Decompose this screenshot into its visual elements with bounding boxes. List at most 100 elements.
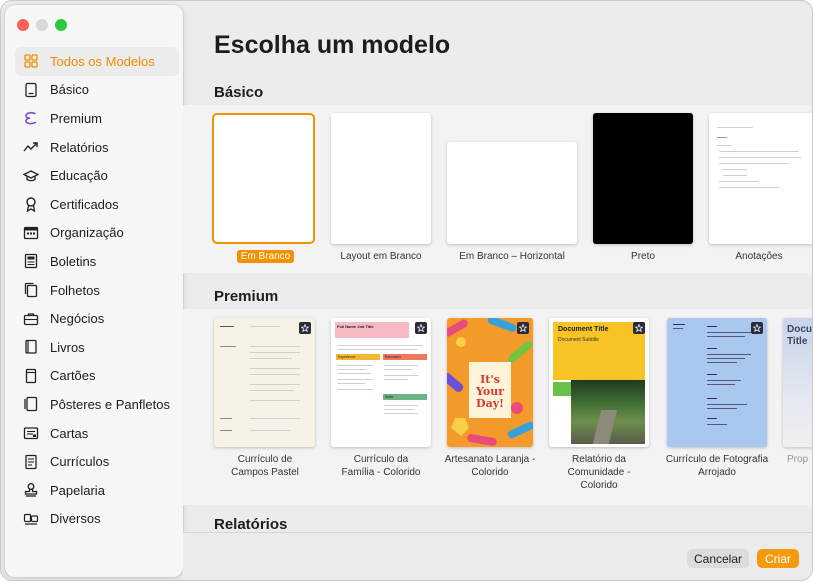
sidebar-item-letters[interactable]: Cartas [15,419,179,448]
poster-icon [23,396,39,412]
template-orange-crafts[interactable]: It's Your Day! [447,318,533,447]
sidebar-item-cards[interactable]: Cartões [15,362,179,391]
sidebar: Todos os Modelos Básico Premium Relatóri… [5,5,183,577]
flyer-icon [23,282,39,298]
sidebar-item-label: Cartões [50,368,96,384]
template-label: Currículo da Família - Colorido [319,453,443,479]
label-line: Currículo da [353,454,409,465]
sidebar-item-label: Boletins [50,253,97,269]
label-line: Relatório da [572,454,626,465]
template-gallery: Escolha um modelo Básico Em Branco Layou… [183,1,812,580]
page-title: Escolha um modelo [214,31,451,59]
ribbon-icon [23,196,39,213]
template-label: Artesanato Laranja - Colorido [432,453,548,479]
thumb-text: It's Your Day! [475,373,505,410]
template-black[interactable] [593,113,693,244]
dialog-footer: Cancelar Criar [183,532,812,580]
resume-icon [23,454,39,470]
sidebar-item-label: Básico [50,82,90,98]
label-line: Família - Colorido [341,467,421,478]
sidebar-item-business[interactable]: Negócios [15,304,179,333]
label-line: Artesanato Laranja - [444,454,536,465]
sidebar-item-label: Currículos [50,454,110,470]
template-notes[interactable] [709,113,812,244]
sidebar-item-label: Livros [50,339,85,355]
sidebar-item-books[interactable]: Livros [15,333,179,362]
sidebar-item-label: Negócios [50,311,105,327]
sidebar-item-label: Diversos [50,511,101,527]
misc-icon [23,511,39,527]
template-community-report[interactable]: Document Title Document Subtitle [549,318,649,447]
template-label: Preto [631,251,655,262]
template-blank-landscape[interactable] [447,142,577,244]
template-label: Currículo de Fotografia Arrojado [657,453,777,479]
sidebar-item-education[interactable]: Educação [15,161,179,190]
template-label: Relatório da Comunidade - Colorido [539,453,659,492]
sidebar-item-all-templates[interactable]: Todos os Modelos [15,47,179,76]
grid-icon [23,53,39,69]
thumb-section: Skills [383,394,427,400]
sidebar-item-label: Premium [50,110,103,126]
letter-icon [23,425,39,441]
premium-star-icon [299,322,311,334]
sidebar-item-stationery[interactable]: Papelaria [15,476,179,505]
template-blank-layout[interactable] [331,113,431,244]
sidebar-item-label: Certificados [50,196,119,212]
create-button[interactable]: Criar [757,549,799,568]
template-label-selected: Em Branco [236,250,295,263]
sidebar-item-label: Educação [50,168,108,184]
label-line: Comunidade - [567,467,631,478]
sidebar-item-resumes[interactable]: Currículos [15,447,179,476]
minimize-window-button[interactable] [36,19,48,31]
label-line: Arrojado [698,467,736,478]
thumb-text: Docum Title [787,324,812,347]
cancel-button[interactable]: Cancelar [687,549,749,568]
sidebar-item-label: Cartas [50,425,89,441]
thumb-title: Full Name Job Title [337,324,374,329]
sidebar-item-label: Todos os Modelos [50,53,155,69]
sidebar-item-premium[interactable]: Premium [15,104,179,133]
sidebar-item-reports[interactable]: Relatórios [15,133,179,162]
premium-template-row: Currículo de Campos Pastel Full Name Job… [183,309,812,505]
category-list: Todos os Modelos Básico Premium Relatóri… [15,47,179,533]
sidebar-item-flyers[interactable]: Folhetos [15,276,179,305]
template-pastel-fields-resume[interactable] [214,318,315,447]
sidebar-item-posters[interactable]: Pôsteres e Panfletos [15,390,179,419]
template-family-resume-colorful[interactable]: Full Name Job Title Experience Education… [331,318,431,447]
close-window-button[interactable] [17,19,29,31]
template-chooser-window: Todos os Modelos Básico Premium Relatóri… [0,0,813,581]
sidebar-item-newsletters[interactable]: Boletins [15,247,179,276]
zoom-window-button[interactable] [55,19,67,31]
briefcase-icon [23,311,39,327]
premium-icon [23,110,39,126]
label-line: Colorido [580,480,618,491]
trend-icon [23,139,39,155]
template-bold-photo-resume[interactable] [667,318,767,447]
thumb-title: Document Title [558,326,609,333]
premium-star-icon [633,322,645,334]
thumb-section: Education [383,354,427,360]
template-blank[interactable] [212,113,315,244]
book-icon [23,339,39,355]
premium-star-icon [415,322,427,334]
document-icon [23,82,39,98]
template-proposal-partial[interactable]: Docum Title [783,318,812,447]
sidebar-item-label: Papelaria [50,482,105,498]
sidebar-item-label: Pôsteres e Panfletos [50,396,170,412]
thumb-photo [571,380,645,444]
premium-star-icon [751,322,763,334]
sidebar-item-basic[interactable]: Básico [15,76,179,105]
template-label: Prop [787,454,809,465]
sidebar-item-label: Folhetos [50,282,100,298]
sidebar-item-organization[interactable]: Organização [15,219,179,248]
sidebar-item-certificates[interactable]: Certificados [15,190,179,219]
template-label: Currículo de Campos Pastel [203,453,327,479]
label-line: Currículo de Fotografia [665,454,769,465]
template-label: Em Branco – Horizontal [459,251,565,262]
label-line: Campos Pastel [231,467,299,478]
thumb-subtitle: Document Subtitle [558,337,599,343]
sidebar-item-miscellaneous[interactable]: Diversos [15,505,179,534]
template-label: Anotações [735,251,783,262]
graduation-cap-icon [23,168,39,184]
section-heading-basic: Básico [214,84,264,101]
